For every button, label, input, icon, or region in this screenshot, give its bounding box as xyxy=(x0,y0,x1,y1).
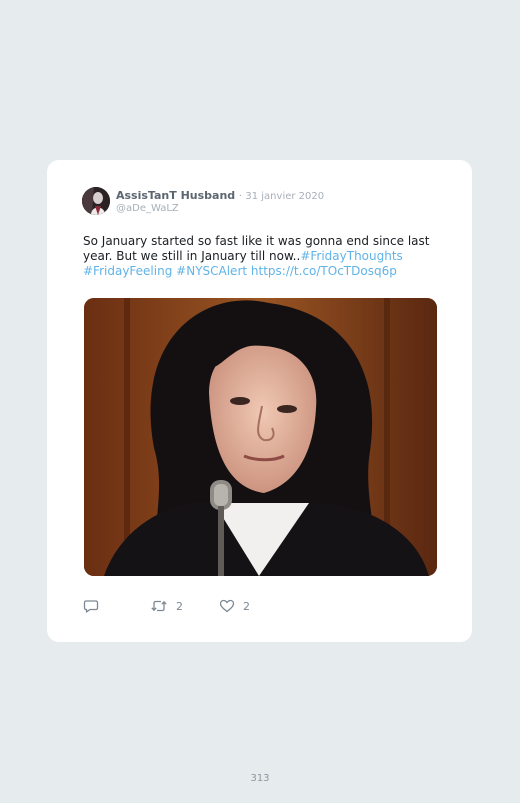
avatar[interactable] xyxy=(82,187,110,215)
retweet-icon xyxy=(151,600,167,612)
user-handle[interactable]: @aDe_WaLZ xyxy=(116,203,179,214)
retweet-count: 2 xyxy=(176,599,183,613)
hashtag-friday-feeling[interactable]: #FridayFeeling xyxy=(83,264,172,278)
tweet-link[interactable]: https://t.co/TOcTDosq6p xyxy=(251,264,397,278)
tweet-actions: 2 2 xyxy=(83,596,383,616)
display-name[interactable]: AssisTanT Husband xyxy=(116,189,235,202)
avatar-image xyxy=(82,187,110,215)
tweet-photo[interactable] xyxy=(84,298,437,576)
retweet-action[interactable]: 2 xyxy=(150,596,183,616)
reply-icon xyxy=(83,600,99,613)
hashtag-nysc-alert[interactable]: #NYSCAlert xyxy=(176,264,247,278)
like-action[interactable]: 2 xyxy=(219,596,250,616)
tweet-card: AssisTanT Husband · 31 janvier 2020 @aDe… xyxy=(47,160,472,642)
tweet-header: AssisTanT Husband · 31 janvier 2020 xyxy=(116,189,324,202)
page-number: 313 xyxy=(250,773,270,784)
hashtag-friday-thoughts[interactable]: #FridayThoughts xyxy=(300,249,403,263)
tweet-date[interactable]: 31 janvier 2020 xyxy=(245,191,324,202)
heart-icon xyxy=(219,599,235,613)
photo-illustration xyxy=(84,298,437,576)
header-separator: · xyxy=(238,191,242,202)
tweet-text: So January started so fast like it was g… xyxy=(83,234,443,279)
like-count: 2 xyxy=(243,599,250,613)
reply-action[interactable] xyxy=(83,596,99,616)
